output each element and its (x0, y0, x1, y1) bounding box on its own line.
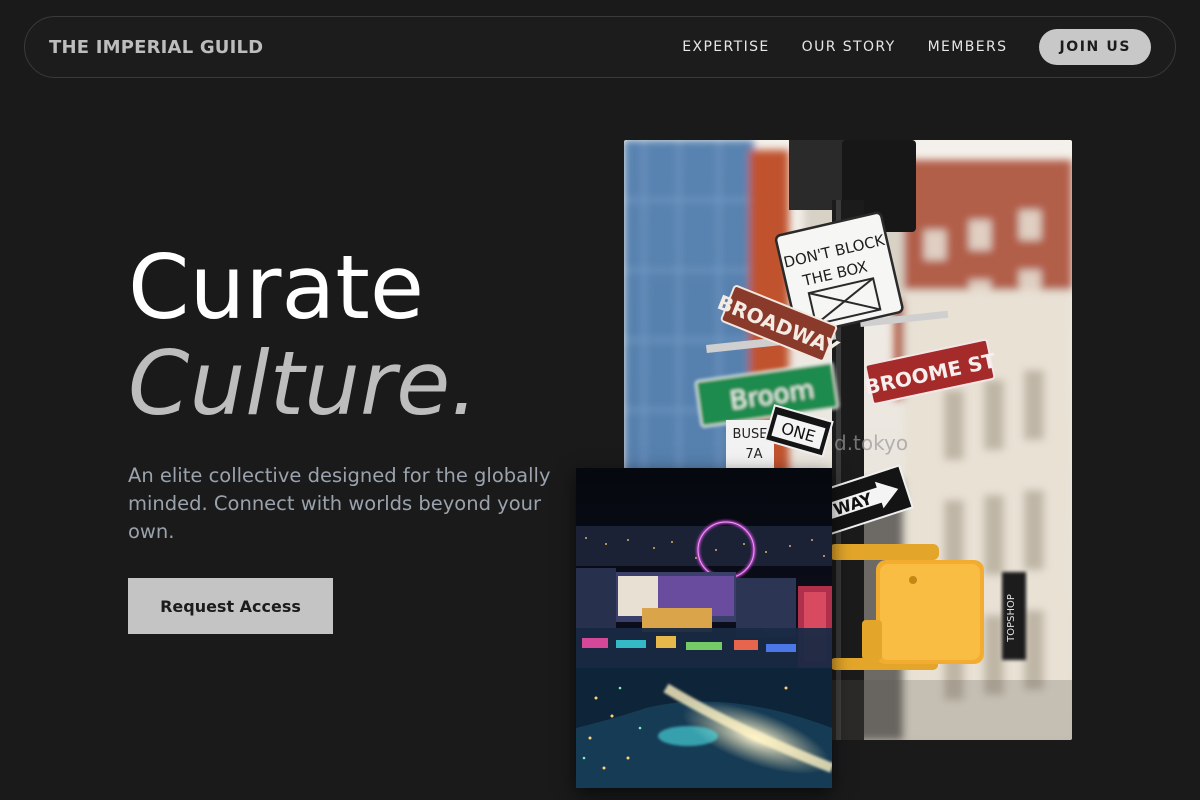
watermark-text: d.tokyo (834, 431, 908, 455)
brand-logo[interactable]: THE IMPERIAL GUILD (49, 37, 263, 58)
request-access-button[interactable]: Request Access (128, 578, 333, 634)
hero-description: An elite collective designed for the glo… (128, 464, 551, 543)
nav-link-our-story[interactable]: OUR STORY (802, 39, 896, 55)
topshop-sign-text: TOPSHOP (1006, 594, 1017, 643)
nav-link-expertise[interactable]: EXPERTISE (682, 39, 769, 55)
hero-title-line1: Curate (128, 236, 424, 339)
hero-title-line2: Culture. (128, 332, 479, 435)
bus-sign-text: BUSE (733, 427, 768, 442)
hero-headline: Curate Culture. (128, 240, 478, 432)
nav-link-members[interactable]: MEMBERS (928, 39, 1008, 55)
top-navbar: THE IMPERIAL GUILD EXPERTISE OUR STORY M… (24, 16, 1176, 78)
vegas-night-illustration (576, 468, 832, 788)
landing-page: THE IMPERIAL GUILD EXPERTISE OUR STORY M… (0, 0, 1200, 800)
join-us-button[interactable]: JOIN US (1039, 29, 1151, 65)
city-night-photo (576, 468, 832, 788)
main-menu: EXPERTISE OUR STORY MEMBERS JOIN US (682, 29, 1151, 65)
bus-number-text: 7A (745, 447, 762, 462)
